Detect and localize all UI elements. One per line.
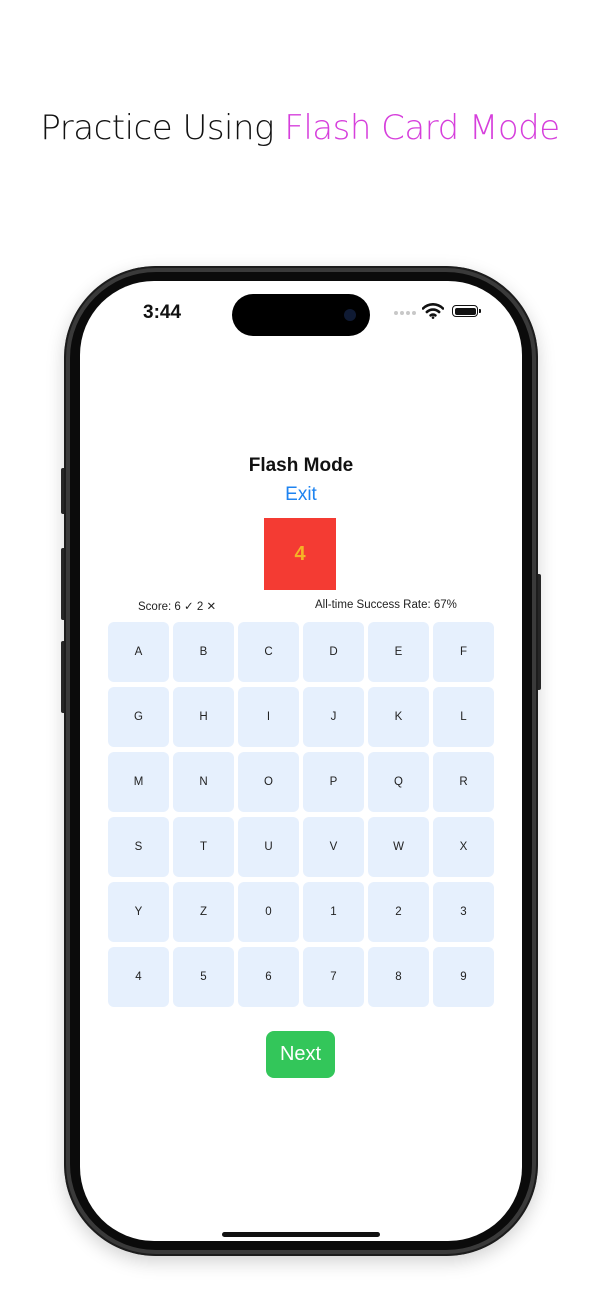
answer-key-5[interactable]: 5 <box>173 947 234 1007</box>
answer-key-6[interactable]: 6 <box>238 947 299 1007</box>
answer-key-grid: ABCDEF GHIJKL MNOPQR STUVWX YZ0123 456789 <box>108 622 494 1007</box>
dynamic-island <box>232 294 370 336</box>
answer-key-t[interactable]: T <box>173 817 234 877</box>
answer-key-7[interactable]: 7 <box>303 947 364 1007</box>
answer-key-q[interactable]: Q <box>368 752 429 812</box>
promo-headline: Practice Using Flash Card Mode <box>0 108 600 148</box>
answer-key-g[interactable]: G <box>108 687 169 747</box>
answer-key-9[interactable]: 9 <box>433 947 494 1007</box>
success-rate-label: All-time Success Rate: 67% <box>315 599 457 611</box>
answer-key-8[interactable]: 8 <box>368 947 429 1007</box>
camera-icon <box>344 309 356 321</box>
headline-accent: Flash Card Mode <box>284 108 560 148</box>
page-title: Flash Mode <box>248 455 354 476</box>
answer-key-d[interactable]: D <box>303 622 364 682</box>
status-time: 3:44 <box>143 302 182 323</box>
answer-key-w[interactable]: W <box>368 817 429 877</box>
home-indicator[interactable] <box>222 1232 380 1237</box>
answer-key-c[interactable]: C <box>238 622 299 682</box>
answer-key-u[interactable]: U <box>238 817 299 877</box>
answer-key-n[interactable]: N <box>173 752 234 812</box>
answer-key-b[interactable]: B <box>173 622 234 682</box>
answer-key-a[interactable]: A <box>108 622 169 682</box>
exit-button[interactable]: Exit <box>80 484 522 506</box>
answer-key-k[interactable]: K <box>368 687 429 747</box>
answer-key-l[interactable]: L <box>433 687 494 747</box>
flash-card-value: 4 <box>294 542 306 565</box>
answer-key-j[interactable]: J <box>303 687 364 747</box>
answer-key-2[interactable]: 2 <box>368 882 429 942</box>
answer-key-3[interactable]: 3 <box>433 882 494 942</box>
flash-card: 4 <box>264 518 336 590</box>
answer-key-1[interactable]: 1 <box>303 882 364 942</box>
answer-key-i[interactable]: I <box>238 687 299 747</box>
cellular-dots-icon <box>394 311 418 315</box>
answer-key-p[interactable]: P <box>303 752 364 812</box>
answer-key-0[interactable]: 0 <box>238 882 299 942</box>
wifi-icon <box>422 303 444 319</box>
answer-key-m[interactable]: M <box>108 752 169 812</box>
answer-key-4[interactable]: 4 <box>108 947 169 1007</box>
answer-key-z[interactable]: Z <box>173 882 234 942</box>
answer-key-v[interactable]: V <box>303 817 364 877</box>
answer-key-f[interactable]: F <box>433 622 494 682</box>
answer-key-s[interactable]: S <box>108 817 169 877</box>
answer-key-y[interactable]: Y <box>108 882 169 942</box>
phone-screen: 3:44 Flash Mode Exit 4 Score: 6 ✓ 2 ✕ Al… <box>80 281 522 1241</box>
answer-key-r[interactable]: R <box>433 752 494 812</box>
answer-key-e[interactable]: E <box>368 622 429 682</box>
answer-key-o[interactable]: O <box>238 752 299 812</box>
battery-icon <box>452 305 481 317</box>
headline-prefix: Practice Using <box>40 108 285 148</box>
answer-key-h[interactable]: H <box>173 687 234 747</box>
score-label: Score: 6 ✓ 2 ✕ <box>138 601 217 613</box>
answer-key-x[interactable]: X <box>433 817 494 877</box>
next-button[interactable]: Next <box>266 1031 335 1078</box>
